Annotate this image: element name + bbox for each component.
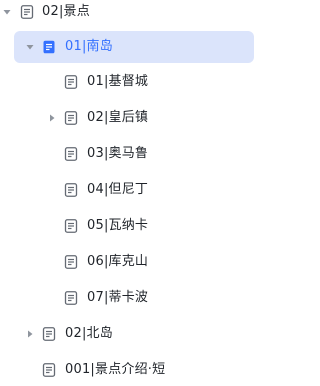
document-icon xyxy=(64,183,78,197)
tree-item-02-huanghouzhen[interactable]: 02|皇后镇 xyxy=(0,102,261,134)
tree-item-label: 02|景点 xyxy=(42,4,90,19)
tree-item-label: 04|但尼丁 xyxy=(87,182,149,197)
tree-item-label: 02|北岛 xyxy=(65,326,113,341)
tree-item-03-aomalu[interactable]: 03|奥马鲁 xyxy=(0,138,261,170)
document-icon xyxy=(64,219,78,233)
tree-item-label: 03|奥马鲁 xyxy=(87,146,149,161)
caret-down-icon[interactable] xyxy=(25,42,35,52)
document-icon xyxy=(64,147,78,161)
document-icon xyxy=(64,255,78,269)
document-icon xyxy=(64,111,78,125)
tree-item-label: 01|南岛 xyxy=(65,39,113,54)
tree-item-label: 07|蒂卡波 xyxy=(87,290,149,305)
tree-item-label: 06|库克山 xyxy=(87,254,149,269)
tree-item-label: 02|皇后镇 xyxy=(87,110,149,125)
document-icon xyxy=(20,5,34,19)
tree-item-07-dikabo[interactable]: 07|蒂卡波 xyxy=(0,282,261,314)
tree-item-02-beidao[interactable]: 02|北岛 xyxy=(0,318,261,350)
caret-right-icon[interactable] xyxy=(47,113,57,123)
tree-item-label: 001|景点介绍·短 xyxy=(65,362,166,377)
document-icon xyxy=(64,291,78,305)
caret-right-icon[interactable] xyxy=(25,329,35,339)
tree-item-05-wanaka[interactable]: 05|瓦纳卡 xyxy=(0,210,261,242)
tree-item-label: 01|基督城 xyxy=(87,74,149,89)
tree-item-label: 05|瓦纳卡 xyxy=(87,218,149,233)
tree-item-01-jiducheng[interactable]: 01|基督城 xyxy=(0,66,261,98)
tree-item-02-jingdian[interactable]: 02|景点 xyxy=(0,0,261,28)
document-icon xyxy=(64,75,78,89)
tree-item-01-nandao[interactable]: 01|南岛 xyxy=(0,31,261,63)
tree-item-001-jingdian-jieshao[interactable]: 001|景点介绍·短 xyxy=(0,354,261,386)
document-icon xyxy=(42,363,56,377)
tree-item-04-danniding[interactable]: 04|但尼丁 xyxy=(0,174,261,206)
caret-down-icon[interactable] xyxy=(2,7,12,17)
tree-item-06-kukeshan[interactable]: 06|库克山 xyxy=(0,246,261,278)
document-icon xyxy=(42,327,56,341)
document-filled-icon xyxy=(42,40,56,54)
